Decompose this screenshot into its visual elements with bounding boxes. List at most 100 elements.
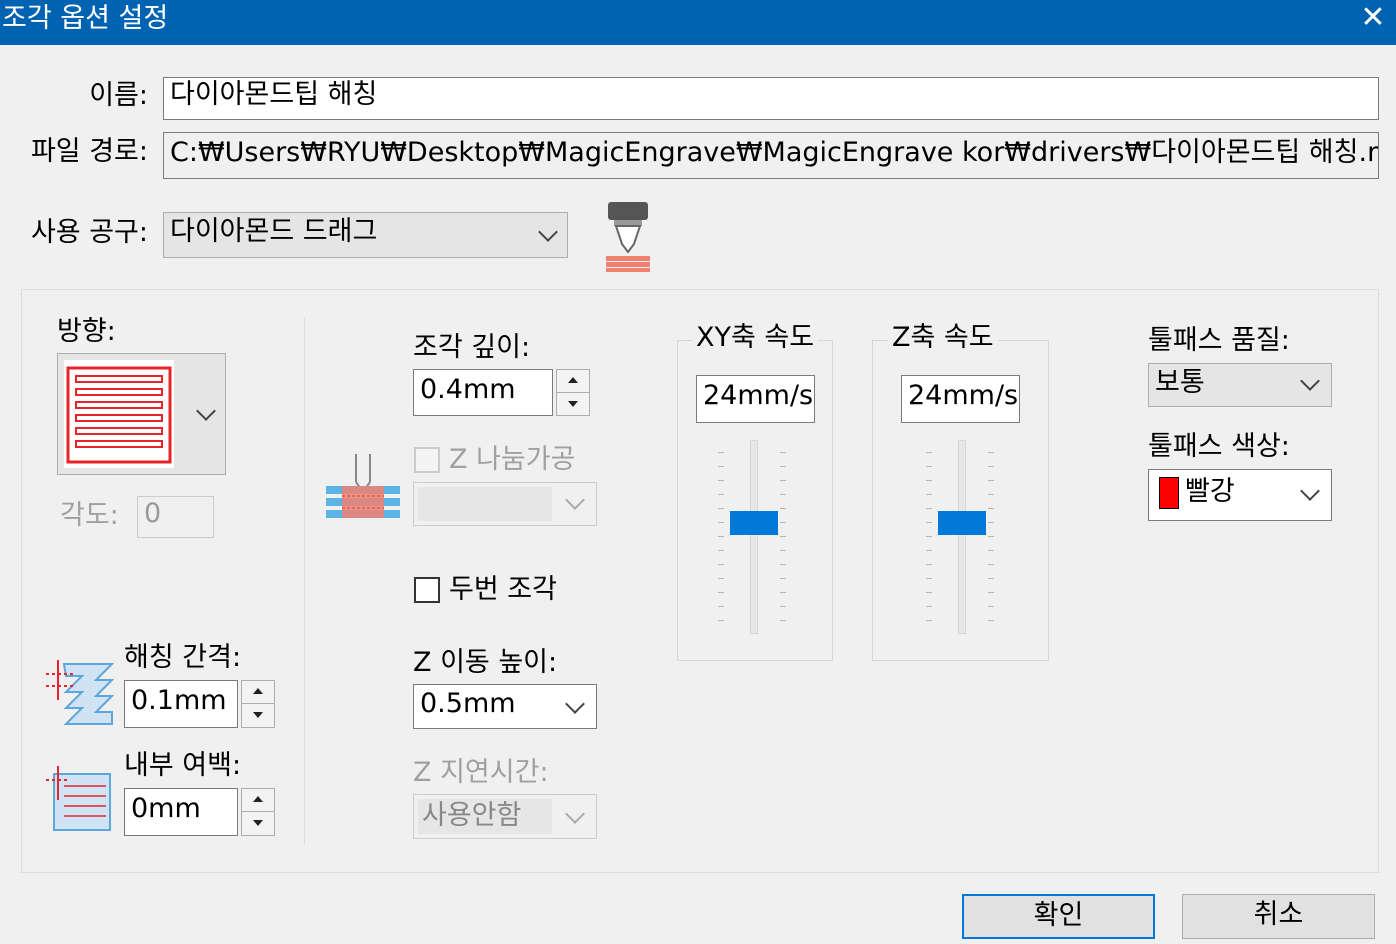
slider-thumb[interactable] <box>730 511 778 535</box>
depth-stepper[interactable] <box>556 369 590 416</box>
depth-label: 조각 깊이: <box>413 332 531 363</box>
xy-speed-label: XY축 속도 <box>692 322 819 354</box>
xy-speed-input[interactable]: 24mm/s <box>696 375 815 423</box>
slider-tick <box>988 550 994 551</box>
path-field[interactable]: C:₩Users₩RYU₩Desktop₩MagicEngrave₩MagicE… <box>163 132 1379 179</box>
toolpath-quality-value: 보통 <box>1155 367 1205 398</box>
close-icon[interactable]: ✕ <box>1350 0 1396 40</box>
slider-track <box>750 440 758 634</box>
z-delay-select[interactable]: 사용안함 <box>413 794 597 839</box>
toolpath-quality-label: 툴패스 품질: <box>1148 325 1290 356</box>
ok-button[interactable]: 확인 <box>962 894 1155 939</box>
slider-tick <box>780 550 786 551</box>
z-move-select-value: 0.5mm <box>420 688 516 719</box>
direction-label: 방향: <box>57 316 116 347</box>
divider <box>304 318 305 844</box>
stepper-up[interactable] <box>242 681 274 704</box>
chevron-down-icon <box>1300 371 1320 391</box>
inner-margin-icon <box>46 766 111 831</box>
cancel-button[interactable]: 취소 <box>1182 894 1375 939</box>
chevron-down-icon <box>565 694 585 714</box>
z-move-select[interactable]: 0.5mm <box>413 684 597 729</box>
slider-tick <box>926 550 932 551</box>
slider-tick <box>926 620 932 621</box>
hatch-pattern-icon <box>64 360 174 468</box>
z-delay-label: Z 지연시간: <box>413 757 549 788</box>
tool-select[interactable]: 다이아몬드 드래그 <box>163 212 568 258</box>
z-speed-input[interactable]: 24mm/s <box>901 375 1020 423</box>
slider-tick <box>926 606 932 607</box>
z-split-checkbox[interactable] <box>414 447 440 473</box>
double-engrave-checkbox[interactable] <box>414 577 440 603</box>
slider-tick <box>780 466 786 467</box>
depth-input[interactable]: 0.4mm <box>413 369 553 416</box>
toolpath-color-value: 빨강 <box>1185 476 1235 507</box>
slider-tick <box>926 564 932 565</box>
stepper-up[interactable] <box>242 789 274 812</box>
slider-tick <box>926 522 932 523</box>
tool-label: 사용 공구: <box>30 217 148 248</box>
z-speed-slider[interactable] <box>918 440 1006 636</box>
name-label: 이름: <box>89 80 148 111</box>
slider-tick <box>926 578 932 579</box>
slider-tick <box>988 508 994 509</box>
slider-tick <box>926 592 932 593</box>
toolpath-color-select[interactable]: 빨강 <box>1148 469 1332 521</box>
hatch-spacing-input[interactable]: 0.1mm <box>124 680 238 728</box>
diamond-tool-icon <box>606 202 650 272</box>
slider-tick <box>718 606 724 607</box>
hatch-spacing-stepper[interactable] <box>241 680 275 728</box>
toolpath-color-label: 툴패스 색상: <box>1148 431 1290 462</box>
slider-tick <box>926 508 932 509</box>
path-label: 파일 경로: <box>30 136 148 167</box>
z-split-select[interactable] <box>413 482 597 526</box>
hatch-spacing-label: 해칭 간격: <box>124 642 242 673</box>
slider-tick <box>780 564 786 565</box>
angle-input[interactable]: 0 <box>137 496 214 538</box>
slider-tick <box>988 522 994 523</box>
slider-tick <box>780 494 786 495</box>
title-bar: 조각 옵션 설정 ✕ <box>0 0 1396 45</box>
tool-select-value: 다이아몬드 드래그 <box>170 216 378 247</box>
slider-tick <box>780 480 786 481</box>
slider-tick <box>926 480 932 481</box>
name-input[interactable]: 다이아몬드팁 해칭 <box>163 77 1379 120</box>
slider-tick <box>780 522 786 523</box>
slider-tick <box>926 466 932 467</box>
direction-select[interactable] <box>57 353 226 475</box>
slider-tick <box>718 480 724 481</box>
z-speed-label: Z축 속도 <box>888 322 998 354</box>
slider-tick <box>926 536 932 537</box>
slider-tick <box>988 466 994 467</box>
xy-speed-slider[interactable] <box>712 440 800 636</box>
slider-thumb[interactable] <box>938 511 986 535</box>
toolpath-quality-select[interactable]: 보통 <box>1148 363 1332 407</box>
slider-tick <box>988 480 994 481</box>
double-engrave-label: 두번 조각 <box>449 574 557 605</box>
slider-tick <box>988 494 994 495</box>
color-swatch <box>1159 476 1179 509</box>
angle-label: 각도: <box>60 500 119 531</box>
slider-tick <box>718 522 724 523</box>
slider-tick <box>718 620 724 621</box>
depth-layers-icon <box>326 454 400 518</box>
inner-margin-label: 내부 여백: <box>124 750 242 781</box>
stepper-down[interactable] <box>242 812 274 835</box>
slider-tick <box>988 564 994 565</box>
slider-tick <box>780 592 786 593</box>
slider-tick <box>718 592 724 593</box>
inner-margin-input[interactable]: 0mm <box>124 788 238 836</box>
stepper-up[interactable] <box>557 370 589 393</box>
hatch-spacing-icon <box>46 660 114 725</box>
slider-tick <box>718 564 724 565</box>
stepper-down[interactable] <box>242 704 274 727</box>
chevron-down-icon <box>538 222 558 242</box>
z-delay-select-value: 사용안함 <box>418 799 552 834</box>
inner-margin-stepper[interactable] <box>241 788 275 836</box>
slider-tick <box>718 452 724 453</box>
slider-tick <box>988 606 994 607</box>
slider-tick <box>780 578 786 579</box>
slider-tick <box>988 536 994 537</box>
z-split-select-value <box>418 487 552 521</box>
stepper-down[interactable] <box>557 393 589 416</box>
